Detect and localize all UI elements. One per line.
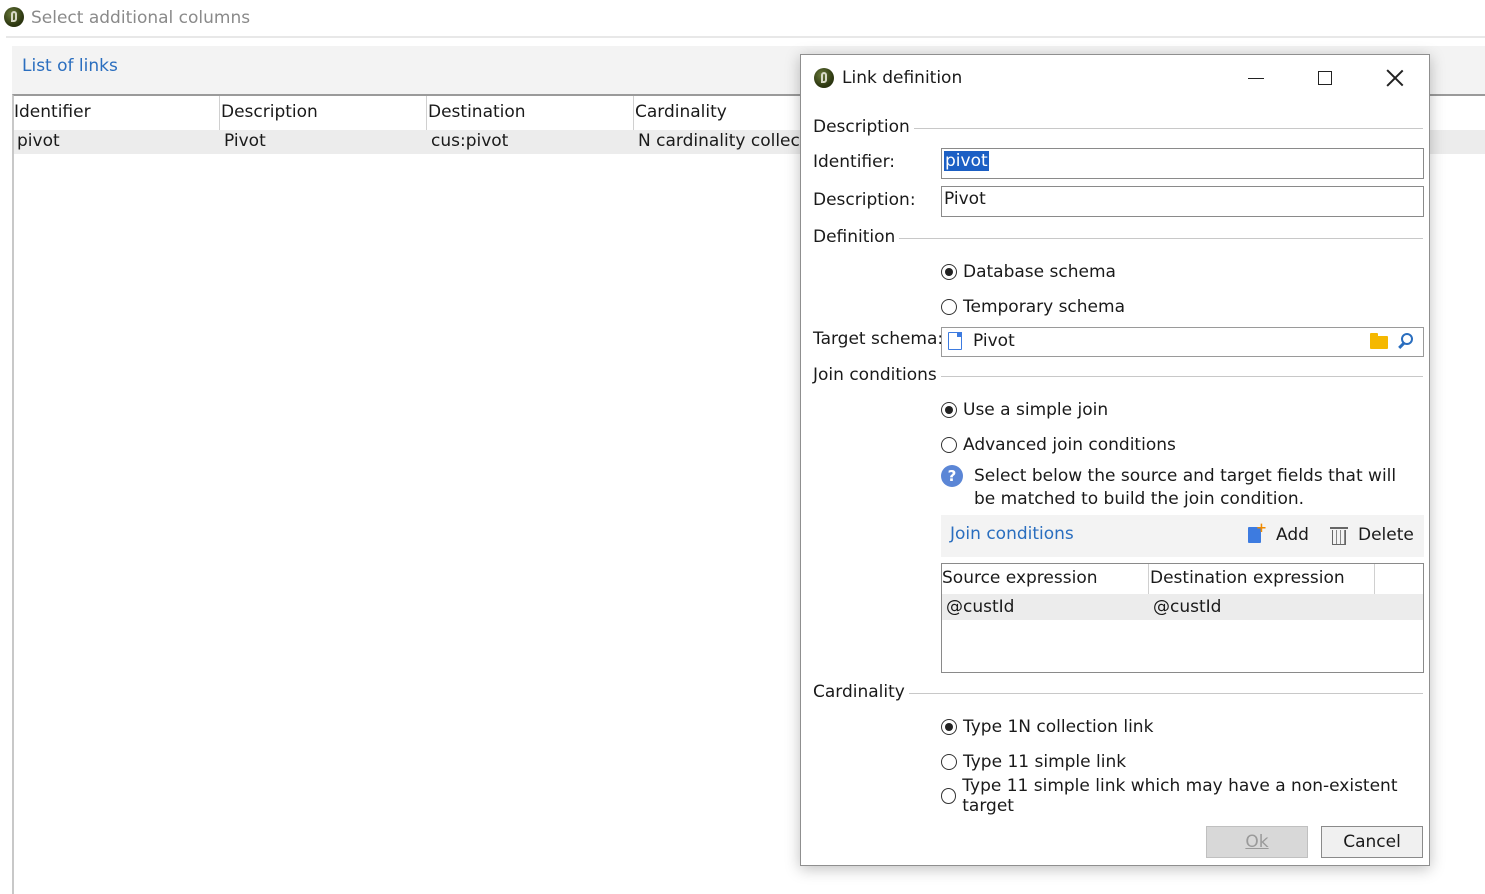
target-schema-value: Pivot — [973, 331, 1015, 351]
radio-temporary-schema[interactable]: Temporary schema — [941, 295, 1125, 319]
close-button[interactable] — [1361, 55, 1429, 101]
add-icon: + — [1248, 522, 1267, 545]
ok-button[interactable]: Ok — [1206, 826, 1308, 858]
definition-section-header: Definition — [813, 227, 1423, 249]
column-header-destination[interactable]: Destination — [428, 102, 526, 122]
cell-cardinality: N cardinality collecti — [638, 131, 812, 151]
section-divider — [903, 693, 1423, 694]
dialog-title: Link definition — [842, 68, 963, 88]
radio-label: Type 1N collection link — [963, 717, 1154, 737]
radio-database-schema[interactable]: Database schema — [941, 260, 1116, 284]
column-divider[interactable] — [219, 96, 220, 130]
add-button[interactable]: + Add — [1248, 522, 1309, 548]
radio-label: Type 11 simple link which may have a non… — [962, 776, 1398, 816]
cell-description: Pivot — [224, 131, 266, 151]
column-divider[interactable] — [1148, 564, 1149, 594]
radio-button[interactable] — [941, 754, 957, 770]
link-definition-dialog: Link definition Description Identifier: … — [800, 54, 1430, 866]
help-icon: ? — [941, 465, 963, 487]
ok-label: Ok — [1245, 832, 1269, 852]
column-divider[interactable] — [1374, 564, 1375, 594]
cardinality-section-header: Cardinality — [813, 682, 1423, 704]
column-divider[interactable] — [633, 96, 634, 130]
join-conditions-table[interactable]: Source expression Destination expression… — [941, 563, 1424, 673]
description-value: Pivot — [944, 189, 986, 209]
target-schema-input[interactable]: Pivot — [941, 327, 1424, 357]
minimize-icon — [1248, 77, 1264, 79]
maximize-button[interactable] — [1291, 55, 1359, 101]
trash-icon — [1330, 525, 1348, 545]
column-header-identifier[interactable]: Identifier — [14, 102, 91, 122]
radio-label: Type 11 simple link — [963, 752, 1127, 772]
radio-1n-collection-link[interactable]: Type 1N collection link — [941, 715, 1153, 739]
identifier-value: pivot — [944, 151, 989, 171]
radio-simple-join[interactable]: Use a simple join — [941, 398, 1108, 422]
delete-label: Delete — [1358, 525, 1414, 545]
add-label: Add — [1276, 525, 1309, 545]
radio-11-simple-link-nonexistent[interactable]: Type 11 simple link which may have a non… — [941, 776, 1429, 816]
section-divider — [897, 238, 1423, 239]
radio-label: Use a simple join — [963, 400, 1109, 420]
search-schema-button[interactable] — [1394, 331, 1420, 355]
browse-folder-button[interactable] — [1366, 332, 1392, 354]
radio-label: Temporary schema — [963, 297, 1125, 317]
folder-icon — [1370, 333, 1388, 349]
cell-source: @custId — [946, 597, 1015, 617]
radio-label: Advanced join conditions — [963, 435, 1176, 455]
radio-label: Database schema — [963, 262, 1116, 282]
cancel-button[interactable]: Cancel — [1321, 826, 1423, 858]
app-logo-icon — [4, 7, 24, 27]
column-header-description[interactable]: Description — [221, 102, 318, 122]
section-divider — [939, 376, 1423, 377]
dialog-titlebar[interactable]: Link definition — [801, 55, 1429, 101]
search-icon — [1401, 333, 1413, 345]
join-section-header: Join conditions — [813, 365, 1423, 387]
cell-destination: cus:pivot — [431, 131, 509, 151]
list-of-links-title: List of links — [22, 56, 118, 76]
radio-11-simple-link[interactable]: Type 11 simple link — [941, 750, 1126, 774]
cancel-label: Cancel — [1343, 832, 1401, 852]
column-header-source-expression[interactable]: Source expression — [942, 568, 1098, 588]
app-logo-icon — [814, 68, 834, 88]
join-conditions-title: Join conditions — [950, 524, 1074, 544]
description-input[interactable]: Pivot — [941, 186, 1424, 217]
radio-button-checked[interactable] — [941, 402, 957, 418]
column-header-destination-expression[interactable]: Destination expression — [1150, 568, 1345, 588]
title-separator — [6, 36, 1485, 38]
radio-button[interactable] — [941, 437, 957, 453]
radio-button-checked[interactable] — [941, 719, 957, 735]
column-header-cardinality[interactable]: Cardinality — [635, 102, 727, 122]
section-divider — [909, 128, 1423, 129]
minimize-button[interactable] — [1222, 55, 1290, 101]
schema-icon — [948, 332, 962, 350]
column-divider[interactable] — [426, 96, 427, 130]
identifier-label: Identifier: — [813, 152, 896, 172]
radio-button[interactable] — [941, 788, 957, 804]
maximize-icon — [1318, 71, 1332, 85]
description-section-header: Description — [813, 117, 1423, 139]
help-text: Select below the source and target field… — [974, 466, 1397, 509]
definition-section-label: Definition — [813, 227, 900, 247]
identifier-input[interactable]: pivot — [941, 148, 1424, 179]
join-section-label: Join conditions — [813, 365, 941, 385]
cardinality-section-label: Cardinality — [813, 682, 909, 702]
delete-button[interactable]: Delete — [1330, 522, 1414, 548]
target-schema-label: Target schema: — [813, 329, 944, 349]
radio-advanced-join[interactable]: Advanced join conditions — [941, 433, 1176, 457]
cell-identifier: pivot — [17, 131, 60, 151]
close-icon — [1386, 69, 1404, 87]
description-label: Description: — [813, 190, 916, 210]
cell-destination: @custId — [1153, 597, 1222, 617]
background-window-title: Select additional columns — [31, 8, 251, 28]
background-titlebar: Select additional columns — [0, 0, 1485, 36]
join-conditions-toolbar: Join conditions + Add Delete — [941, 515, 1424, 557]
radio-button-checked[interactable] — [941, 264, 957, 280]
description-section-label: Description — [813, 117, 914, 137]
radio-button[interactable] — [941, 299, 957, 315]
